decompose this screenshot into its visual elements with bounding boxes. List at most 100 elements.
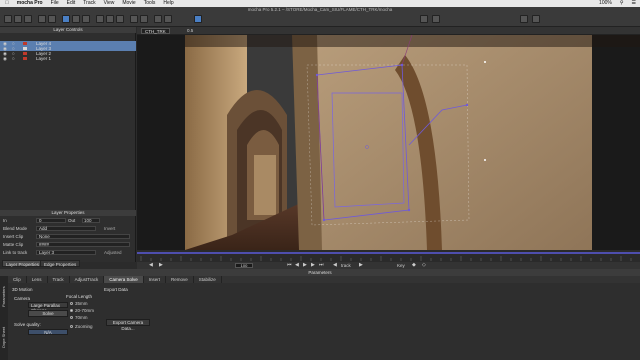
menu-tools[interactable]: Tools — [140, 0, 160, 7]
zoom-level[interactable]: 0.5 — [187, 28, 193, 34]
menu-view[interactable]: View — [100, 0, 119, 7]
window-title: mocha Pro 5.2.1 – /STORE/Mocha_Cam_SIU/F… — [247, 7, 393, 12]
tab-edge-properties[interactable]: Edge Properties — [40, 260, 81, 267]
in-out-row: In 0 Out 100 — [0, 217, 136, 224]
side-tab-parameters[interactable]: Parameters — [1, 278, 7, 316]
step-back-icon[interactable]: ◀ — [295, 262, 299, 269]
focal-option-label: 35mm — [75, 301, 88, 306]
visibility-eye-icon[interactable]: ◉ — [3, 56, 7, 61]
solve-section-title: 3D Motion — [12, 287, 33, 292]
undo-icon[interactable] — [38, 15, 46, 23]
macos-menubar:  mocha Pro File Edit Track View Movie T… — [0, 0, 640, 7]
bezier-tool-icon[interactable] — [106, 15, 114, 23]
timeline-ticks — [137, 252, 640, 261]
solve-button[interactable]: Solve — [28, 310, 68, 317]
tab-clip[interactable]: Clip — [8, 276, 27, 283]
layer-color-swatch[interactable] — [23, 57, 27, 60]
save-project-icon[interactable] — [24, 15, 32, 23]
xspline-tool-icon[interactable] — [96, 15, 104, 23]
rectangle-tool-icon[interactable] — [116, 15, 124, 23]
focal-option-20-70mm[interactable]: 20-70mm — [70, 308, 94, 313]
side-tabs: Parameters Dope Sheet — [0, 276, 8, 360]
matte-clip-row: Matte Clip #### — [0, 241, 136, 248]
camera-solve-panel: 3D Motion Camera Large Parallax Change S… — [8, 283, 640, 360]
radio-dot — [70, 302, 73, 306]
overlay-icon[interactable] — [432, 15, 440, 23]
zoom-tool-icon[interactable] — [82, 15, 90, 23]
play-icon[interactable]: ▶ — [303, 262, 307, 269]
lock-icon[interactable]: ○ — [12, 56, 15, 61]
radio-dot — [70, 325, 73, 329]
tab-insert[interactable]: Insert — [144, 276, 166, 283]
blend-mode-label: Blend Mode — [3, 226, 28, 231]
spotlight-icon[interactable]: ⚲ — [616, 0, 628, 7]
tab-adjust-track[interactable]: AdjustTrack — [70, 276, 105, 283]
viewer-canvas[interactable] — [137, 35, 640, 250]
menu-file[interactable]: File — [47, 0, 63, 7]
track-backward-icon[interactable]: ◀ — [333, 262, 337, 269]
menu-movie[interactable]: Movie — [118, 0, 139, 7]
tab-lens[interactable]: Lens — [27, 276, 48, 283]
tab-layer-properties[interactable]: Layer Properties — [2, 260, 44, 267]
in-field[interactable]: 0 — [36, 218, 66, 223]
open-project-icon[interactable] — [14, 15, 22, 23]
tab-track[interactable]: Track — [48, 276, 70, 283]
go-start-icon[interactable]: ⏮ — [287, 262, 292, 269]
layer-row[interactable]: ◉ ○ Layer 1 — [0, 56, 136, 61]
layer-color-swatch[interactable] — [23, 52, 27, 55]
workspace-icon[interactable] — [520, 15, 528, 23]
delete-key-icon[interactable]: ◇ — [422, 262, 426, 269]
apple-menu-icon[interactable]:  — [0, 0, 13, 7]
view-mode-icon[interactable] — [194, 15, 202, 23]
add-key-icon[interactable]: ◆ — [412, 262, 416, 269]
current-frame-field[interactable]: 100 — [235, 263, 253, 268]
adjusted-checkbox[interactable]: Adjusted — [104, 249, 122, 256]
focal-option-35mm[interactable]: 35mm — [70, 301, 88, 306]
tab-stabilize[interactable]: Stabilize — [194, 276, 222, 283]
link-to-track-select[interactable]: Layer 3 — [36, 250, 96, 255]
export-camera-data-button[interactable]: Export Camera Data... — [106, 319, 150, 331]
layer-name: Layer 1 — [36, 56, 52, 61]
app-menu[interactable]: mocha Pro — [13, 0, 47, 7]
out-label: Out — [68, 218, 76, 223]
track-settings-icon[interactable] — [420, 15, 428, 23]
solve-quality-value: N/A — [28, 329, 68, 335]
track-forward-icon[interactable]: ▶ — [359, 262, 363, 269]
focal-option-zooming[interactable]: Zooming — [70, 324, 93, 329]
menu-track[interactable]: Track — [79, 0, 99, 7]
battery-status: 100% — [599, 0, 612, 6]
timeline-ruler[interactable] — [137, 250, 640, 262]
blend-mode-select[interactable]: Add — [36, 226, 96, 231]
out-field[interactable]: 100 — [82, 218, 100, 223]
layer-color-swatch[interactable] — [23, 42, 27, 45]
step-forward-icon[interactable]: ▶ — [311, 262, 315, 269]
select-tool-icon[interactable] — [62, 15, 70, 23]
link-to-track-row: Link to track Layer 3 Adjusted — [0, 249, 136, 256]
redo-icon[interactable] — [48, 15, 56, 23]
new-project-icon[interactable] — [4, 15, 12, 23]
grid-icon[interactable] — [140, 15, 148, 23]
show-layers-icon[interactable] — [154, 15, 162, 23]
tab-remove[interactable]: Remove — [166, 276, 194, 283]
matte-clip-select[interactable]: #### — [36, 242, 130, 247]
layer-controls-header: Layer Controls — [0, 27, 136, 33]
focal-option-70mm[interactable]: 70mm — [70, 315, 88, 320]
notifications-icon[interactable]: ☰ — [628, 0, 640, 7]
pan-tool-icon[interactable] — [72, 15, 80, 23]
side-tab-dope-sheet[interactable]: Dope Sheet — [1, 318, 7, 356]
motion-type-select[interactable]: Large Parallax Change — [28, 302, 68, 313]
tab-camera-solve[interactable]: Camera Solve — [104, 276, 144, 283]
invert-checkbox[interactable]: Invert — [104, 225, 115, 232]
insert-clip-row: Insert Clip None — [0, 233, 136, 240]
out-point-icon[interactable]: ▶ — [159, 262, 163, 269]
in-point-icon[interactable]: ◀ — [149, 262, 153, 269]
menu-help[interactable]: Help — [159, 0, 177, 7]
show-splines-icon[interactable] — [164, 15, 172, 23]
go-end-icon[interactable]: ⏭ — [319, 262, 324, 269]
layer-color-swatch[interactable] — [23, 47, 27, 50]
menu-edit[interactable]: Edit — [63, 0, 80, 7]
clip-selector[interactable]: CTH_TRK — [141, 28, 170, 34]
insert-clip-select[interactable]: None — [36, 234, 130, 239]
help-icon[interactable] — [532, 15, 540, 23]
planar-surface-icon[interactable] — [130, 15, 138, 23]
